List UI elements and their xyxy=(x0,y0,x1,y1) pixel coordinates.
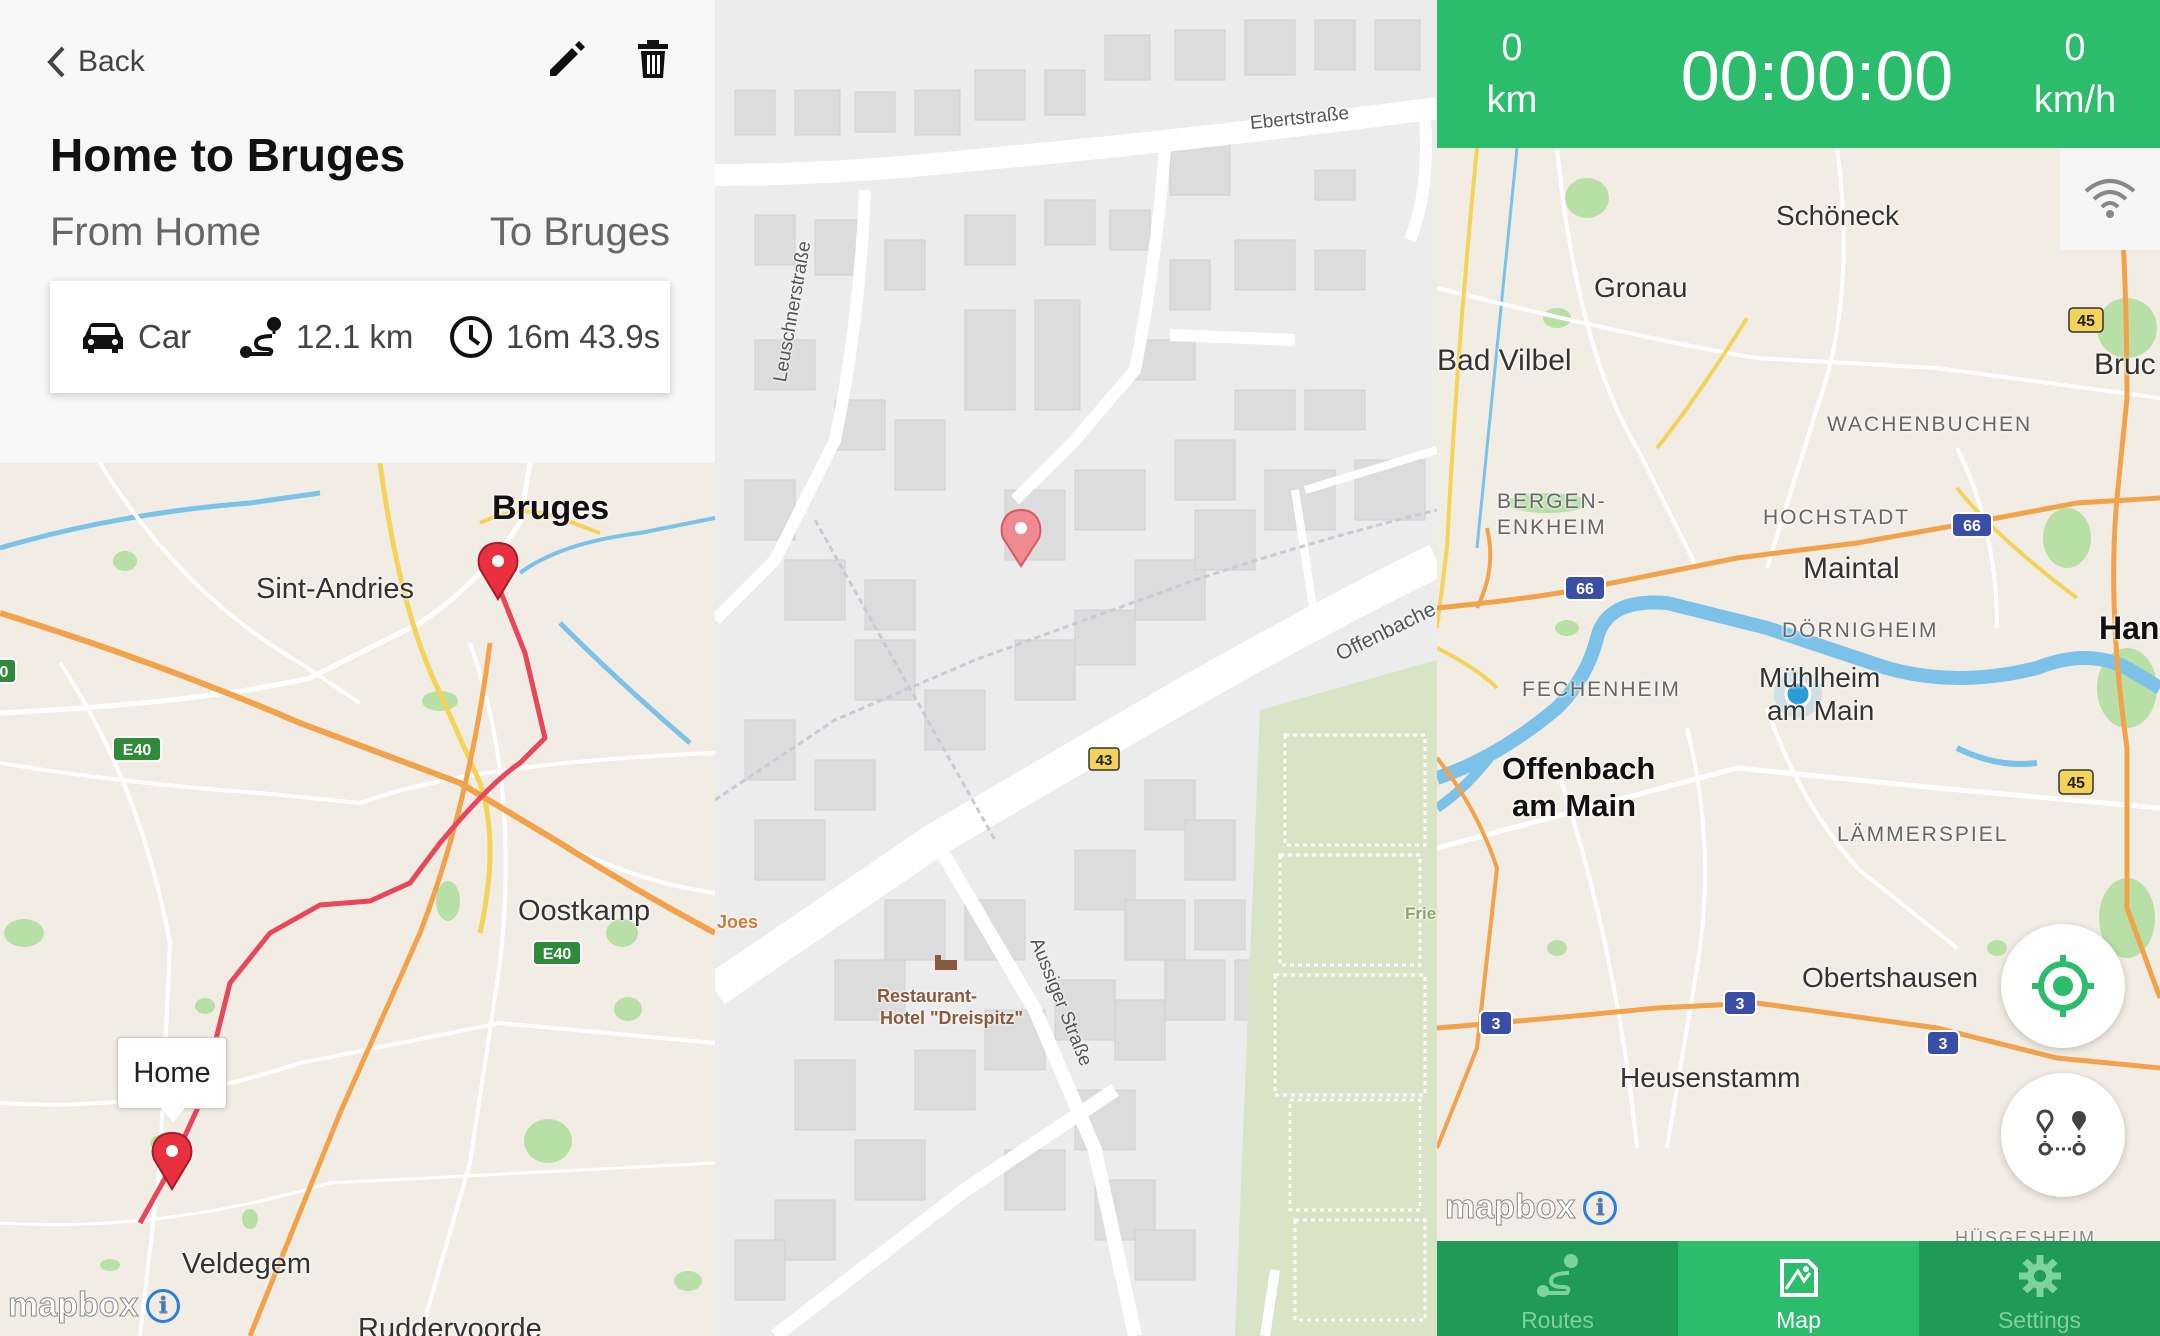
connectivity-button[interactable] xyxy=(2060,148,2160,250)
map-label-lammerspiel: LÄMMERSPIEL xyxy=(1837,823,2009,846)
map-icon xyxy=(1779,1259,1818,1297)
mapbox-logo-text: mapbox xyxy=(7,1286,139,1325)
map-label-muhlheim-1: Mühlheim xyxy=(1759,662,1881,693)
mapbox-logo-text-right: mapbox xyxy=(1444,1188,1576,1227)
edge-label-frie: Frie xyxy=(1405,904,1437,923)
info-icon[interactable]: i xyxy=(146,1288,181,1323)
crosshair-icon xyxy=(2032,955,2094,1017)
map-label-offenbach-2: am Main xyxy=(1512,788,1637,823)
map-label-schoneck: Schöneck xyxy=(1776,200,1899,231)
stat-distance-label: 12.1 km xyxy=(296,318,414,355)
map-label-maintal: Maintal xyxy=(1803,552,1900,585)
poi-label-line1: Restaurant- xyxy=(877,986,978,1006)
destination-pin-icon xyxy=(477,541,519,601)
pencil-icon xyxy=(550,41,585,76)
route-to: To Bruges xyxy=(489,210,670,254)
nav-tab-settings[interactable]: Settings xyxy=(1919,1241,2160,1336)
map-label-bad-vilbel: Bad Vilbel xyxy=(1437,344,1572,377)
street-map-canvas: 43 xyxy=(715,19,1437,1336)
chevron-left-icon xyxy=(47,46,65,78)
tracker-time: 00:00:00 xyxy=(1680,37,1954,115)
map-label-oostkamp: Oostkamp xyxy=(518,895,651,927)
e40-shield-b: E40 xyxy=(543,946,572,963)
shield-3-c: 3 xyxy=(1939,1036,1948,1053)
edit-button[interactable] xyxy=(544,36,590,82)
map-label-fechenheim: FECHENHEIM xyxy=(1522,678,1681,701)
clock-icon xyxy=(450,316,492,358)
map-label-muhlheim-2: am Main xyxy=(1767,695,1875,726)
map-label-heusenstamm: Heusenstamm xyxy=(1620,1062,1801,1093)
shield-3-b: 3 xyxy=(1736,996,1745,1013)
nav-tab-map-label: Map xyxy=(1776,1307,1821,1333)
route-header: Back Home to Bruges From Home To Bruges xyxy=(0,0,715,463)
street-map-panel[interactable]: 43 Ebertstraße Leuschnerstraße Offenbach… xyxy=(715,0,1437,1336)
nav-tab-routes[interactable]: Routes xyxy=(1437,1241,1678,1336)
nav-tab-map[interactable]: Map xyxy=(1678,1241,1919,1336)
map-label-bruch: Bruc xyxy=(2094,348,2156,381)
mapbox-attribution[interactable]: mapbox i xyxy=(7,1286,181,1325)
map-label-bruges: Bruges xyxy=(492,489,610,527)
map-label-wachenbuchen: WACHENBUCHEN xyxy=(1827,413,2033,436)
map-label-dornigheim: DÖRNIGHEIM xyxy=(1782,619,1939,642)
route-detail-panel: Back Home to Bruges From Home To Bruges xyxy=(0,0,715,1336)
tracker-speed-unit: km/h xyxy=(2033,79,2117,121)
map-label-sint-andries: Sint-Andries xyxy=(256,573,414,605)
map-label-hanau: Hana xyxy=(2099,610,2160,646)
gear-icon xyxy=(2018,1255,2061,1297)
nav-tab-routes-label: Routes xyxy=(1521,1307,1594,1333)
map-label-bergen-2: ENKHEIM xyxy=(1497,516,1607,539)
stat-mode-label: Car xyxy=(138,318,192,355)
map-label-bergen-1: BERGEN- xyxy=(1497,490,1607,513)
map-label-gronau: Gronau xyxy=(1594,272,1688,303)
edge-shield: 0 xyxy=(0,664,9,681)
shield-3-a: 3 xyxy=(1492,1016,1501,1033)
route-from: From Home xyxy=(50,210,262,254)
route-distance-icon xyxy=(240,317,281,358)
tracker-speed: 0 km/h xyxy=(2010,24,2140,128)
mapbox-attribution-right[interactable]: mapbox i xyxy=(1444,1188,1618,1227)
edge-label-joes: Joes xyxy=(717,912,759,932)
nav-tab-settings-label: Settings xyxy=(1997,1307,2082,1333)
stat-mode: Car xyxy=(78,312,236,362)
route-points-icon xyxy=(2036,1109,2086,1156)
back-button[interactable]: Back xyxy=(46,40,145,84)
back-label: Back xyxy=(78,45,145,78)
stat-duration-label: 16m 43.9s xyxy=(506,318,661,355)
map-label-obertshausen: Obertshausen xyxy=(1802,962,1978,993)
wifi-icon xyxy=(2084,179,2136,218)
shield-66-a: 66 xyxy=(1963,518,1981,535)
tracker-distance: 0 km xyxy=(1467,24,1557,128)
tracker-bar: 0 km 00:00:00 0 km/h xyxy=(1437,0,2160,148)
map-label-veldegem: Veldegem xyxy=(182,1248,311,1280)
trash-icon xyxy=(638,40,668,78)
route-planner-button[interactable] xyxy=(2001,1073,2125,1197)
stat-duration: 16m 43.9s xyxy=(446,312,660,362)
route-map[interactable]: E40 E40 0 Bruges Sint-Andries Oostkamp V… xyxy=(0,463,715,1336)
e40-shield-a: E40 xyxy=(123,742,152,759)
info-icon[interactable]: i xyxy=(1583,1190,1618,1225)
delete-button[interactable] xyxy=(630,36,676,82)
route-stats-card: Car 12.1 km 16m 43.9s xyxy=(50,281,670,393)
map-label-offenbach-1: Offenbach xyxy=(1502,751,1656,786)
shield-66-b: 66 xyxy=(1576,581,1594,598)
locate-button[interactable] xyxy=(2001,924,2125,1048)
tracking-panel: 0 km 00:00:00 0 km/h 45 66 66 45 3 3 3 S… xyxy=(1437,0,2160,1336)
tracker-speed-value: 0 xyxy=(2064,27,2086,69)
tracker-distance-unit: km xyxy=(1486,79,1538,121)
start-callout: Home xyxy=(117,1037,227,1122)
poi-label-line2: Hotel "Dreispitz" xyxy=(880,1008,1024,1028)
shield-45-a: 45 xyxy=(2077,313,2095,330)
stat-distance: 12.1 km xyxy=(236,312,446,362)
bottom-nav: Routes Map Settings xyxy=(1437,1241,2160,1336)
route-icon xyxy=(1536,1254,1578,1297)
hotel-icon xyxy=(935,955,957,970)
car-icon xyxy=(83,323,123,353)
map-label-ruddervoorde: Ruddervoorde xyxy=(358,1313,542,1336)
map-label-hochstadt: HOCHSTADT xyxy=(1763,506,1911,529)
tracker-distance-value: 0 xyxy=(1501,27,1523,69)
route-title: Home to Bruges xyxy=(50,129,406,181)
shield-45-b: 45 xyxy=(2067,775,2085,792)
road-shield-43: 43 xyxy=(1096,752,1113,769)
